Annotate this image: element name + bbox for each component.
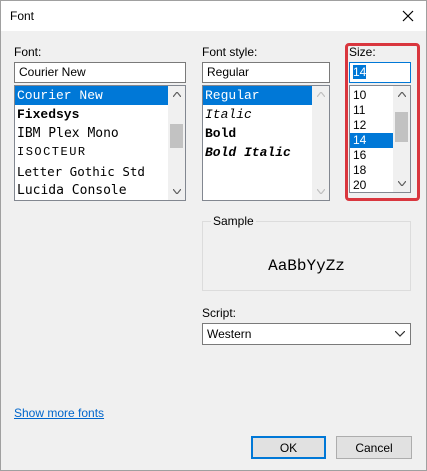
style-item-italic[interactable]: Italic: [203, 105, 312, 124]
scroll-up-button[interactable]: [312, 86, 329, 103]
scroll-down-button[interactable]: [312, 183, 329, 200]
sample-label: Sample: [211, 214, 256, 228]
font-name-input[interactable]: Courier New: [14, 62, 186, 83]
scroll-down-button[interactable]: [168, 183, 185, 200]
font-item-fixedsys[interactable]: Fixedsys: [15, 105, 168, 124]
show-more-fonts-link[interactable]: Show more fonts: [14, 406, 104, 420]
window-title: Font: [10, 9, 35, 23]
font-label: Font:: [14, 45, 42, 59]
font-style-input[interactable]: Regular: [202, 62, 330, 83]
style-list-scrollbar[interactable]: [312, 86, 329, 200]
font-list-scrollbar[interactable]: [168, 86, 185, 200]
scroll-up-button[interactable]: [168, 86, 185, 103]
close-button[interactable]: [390, 1, 426, 31]
chevron-down-icon: [172, 189, 181, 194]
style-item-regular[interactable]: Regular: [203, 86, 312, 105]
font-item-isocteur[interactable]: ISOCTEUR: [15, 143, 168, 162]
script-value: Western: [207, 327, 252, 341]
title-bar: Font: [1, 1, 426, 31]
size-highlight-box: [345, 43, 420, 201]
chevron-down-icon: [316, 189, 325, 194]
font-dialog: Font Font: Courier New Courier New Fixed…: [0, 0, 427, 471]
script-select[interactable]: Western: [202, 323, 411, 345]
font-list[interactable]: Courier New Fixedsys IBM Plex Mono ISOCT…: [14, 85, 186, 201]
font-style-list[interactable]: Regular Italic Bold Bold Italic: [202, 85, 330, 201]
sample-group: Sample AaBbYyZz: [202, 214, 411, 291]
font-style-label: Font style:: [202, 45, 258, 59]
sample-preview: AaBbYyZz: [268, 257, 345, 275]
scroll-thumb[interactable]: [170, 124, 183, 148]
chevron-up-icon: [172, 92, 181, 97]
font-item-lucida-console[interactable]: Lucida Console: [15, 181, 168, 200]
style-item-bold[interactable]: Bold: [203, 124, 312, 143]
ok-button[interactable]: OK: [251, 436, 326, 459]
font-item-courier-new[interactable]: Courier New: [15, 86, 168, 105]
script-label: Script:: [202, 306, 237, 320]
font-item-ibm-plex-mono[interactable]: IBM Plex Mono: [15, 124, 168, 143]
style-item-bold-italic[interactable]: Bold Italic: [203, 143, 312, 162]
chevron-down-icon: [395, 331, 405, 337]
close-icon: [402, 10, 414, 22]
chevron-up-icon: [316, 92, 325, 97]
cancel-button[interactable]: Cancel: [336, 436, 412, 459]
font-item-letter-gothic-std[interactable]: Letter Gothic Std: [15, 162, 168, 181]
